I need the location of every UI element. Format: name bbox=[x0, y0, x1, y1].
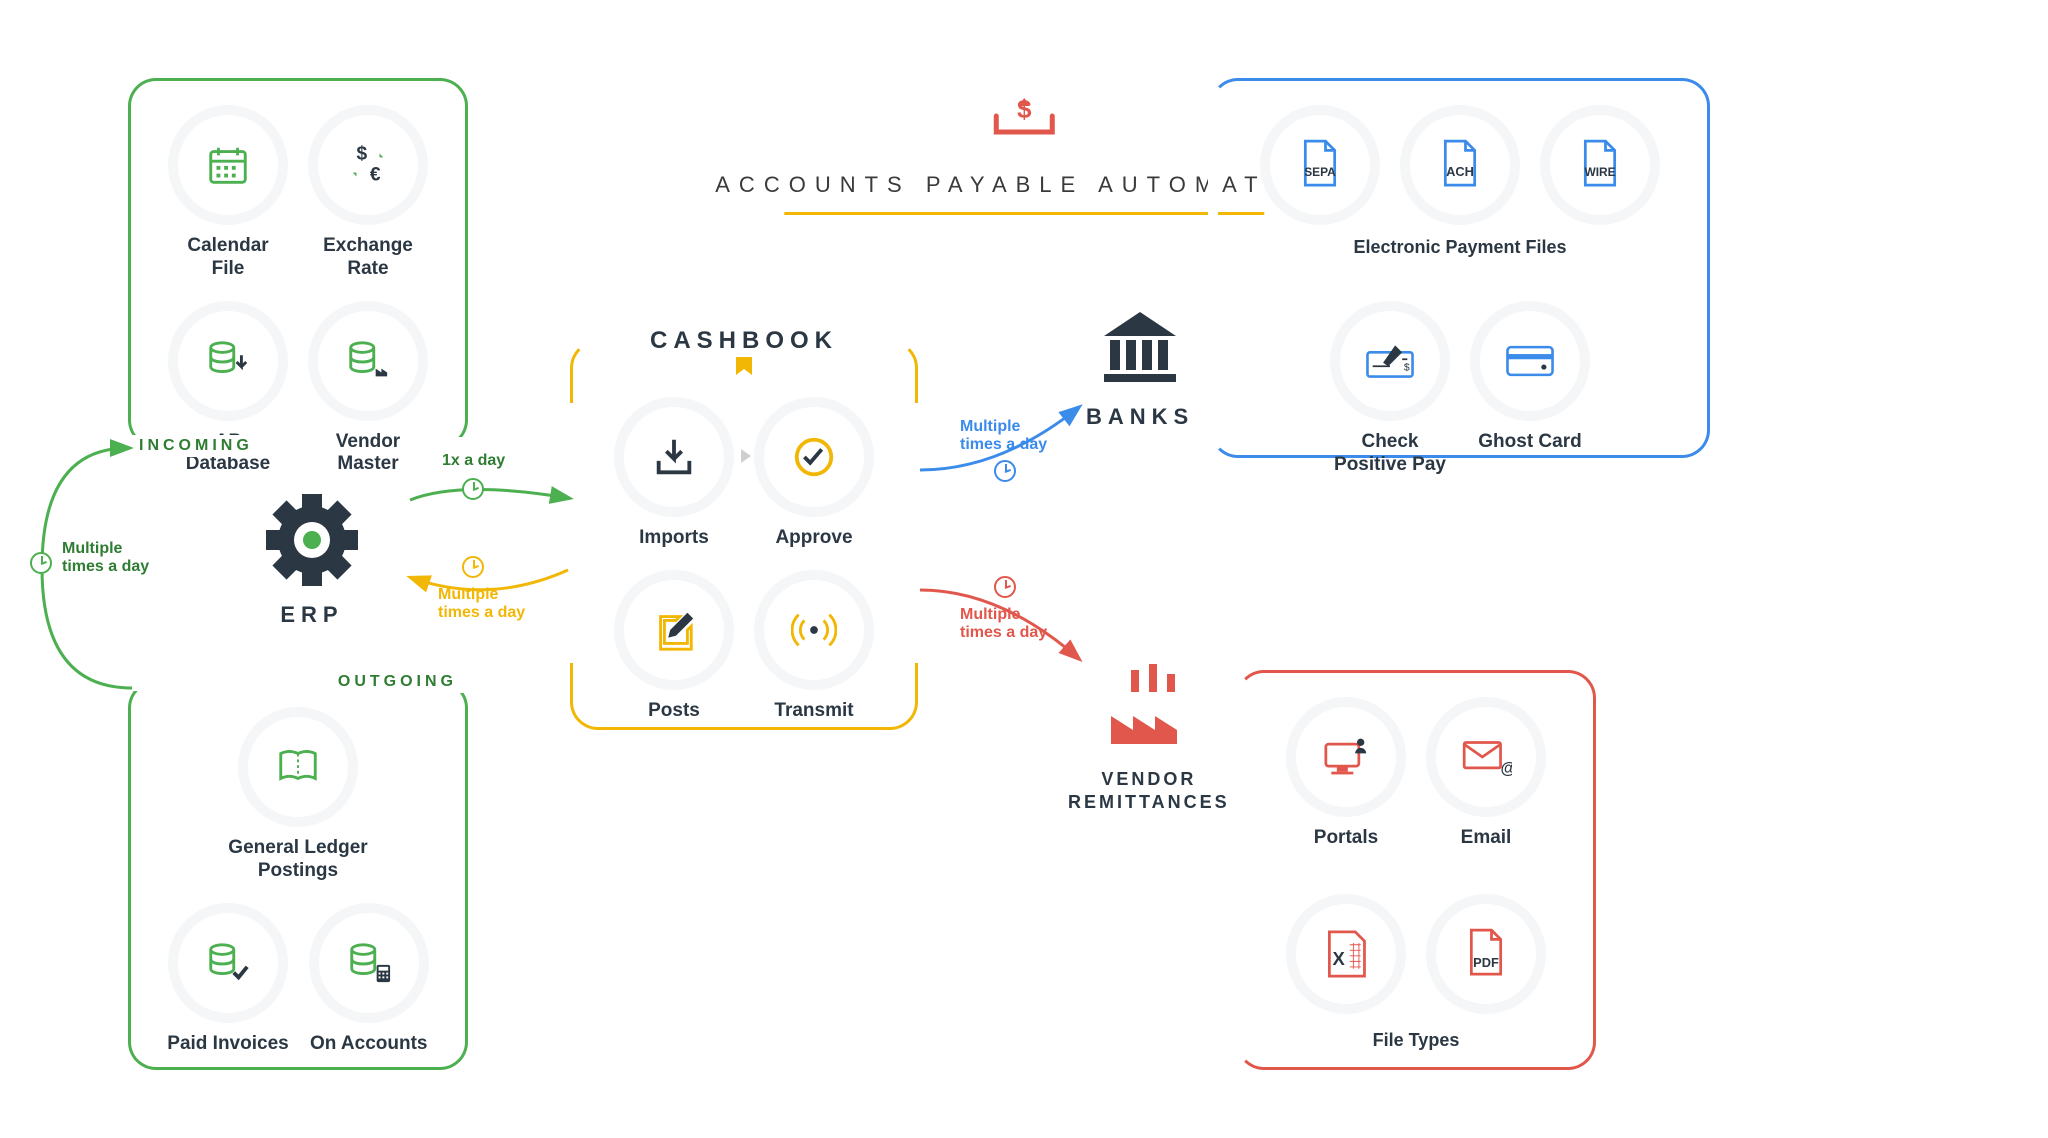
banks-box: SEPA ACH WIRE Electronic Payment Files $… bbox=[1210, 78, 1710, 458]
svg-text:€: € bbox=[370, 164, 381, 185]
vendors-label: VENDOR REMITTANCES bbox=[1068, 768, 1230, 813]
clock-icon bbox=[994, 460, 1016, 482]
svg-text:@: @ bbox=[1501, 759, 1512, 777]
db-check-icon bbox=[202, 937, 254, 989]
email-icon: @ bbox=[1460, 731, 1512, 783]
item-approve: Approve bbox=[754, 397, 874, 550]
exchange-icon: $€ bbox=[342, 139, 394, 191]
svg-text:WIRE: WIRE bbox=[1584, 165, 1615, 179]
clock-icon bbox=[462, 478, 484, 500]
item-calendar-file: Calendar File bbox=[168, 105, 288, 281]
erp-block: ERP bbox=[262, 490, 362, 628]
svg-text:$: $ bbox=[1404, 363, 1410, 374]
arrow-label-to-banks: Multiple times a day bbox=[960, 418, 1047, 455]
item-label: On Accounts bbox=[310, 1033, 428, 1056]
item-email: @ Email bbox=[1426, 697, 1546, 850]
arrow-icon bbox=[741, 449, 751, 463]
item-label: Portals bbox=[1314, 827, 1378, 850]
clock-icon bbox=[994, 576, 1016, 598]
erp-incoming-box: Calendar File $€ Exchange Rate AP Databa… bbox=[128, 78, 468, 448]
bank-icon bbox=[1094, 300, 1186, 392]
item-transmit: Transmit bbox=[754, 570, 874, 723]
ledger-icon bbox=[272, 741, 324, 793]
bookmark-icon bbox=[734, 357, 754, 377]
file-icon: SEPA bbox=[1294, 139, 1346, 191]
transmit-icon bbox=[788, 604, 840, 656]
item-label: Imports bbox=[639, 527, 709, 550]
edit-icon bbox=[648, 604, 700, 656]
arrow-label-to-vendors: Multiple times a day bbox=[960, 606, 1047, 643]
calendar-icon bbox=[202, 139, 254, 191]
item-ach: ACH bbox=[1400, 105, 1520, 225]
svg-text:X: X bbox=[1332, 948, 1345, 969]
item-label: Check Positive Pay bbox=[1334, 431, 1446, 477]
file-icon: WIRE bbox=[1574, 139, 1626, 191]
item-label: Email bbox=[1461, 827, 1512, 850]
pdf-icon: PDF bbox=[1460, 928, 1512, 980]
item-wire: WIRE bbox=[1540, 105, 1660, 225]
svg-text:SEPA: SEPA bbox=[1304, 165, 1336, 179]
svg-text:PDF: PDF bbox=[1473, 955, 1499, 970]
card-icon bbox=[1504, 335, 1556, 387]
svg-text:ACH: ACH bbox=[1446, 164, 1474, 179]
incoming-badge: INCOMING bbox=[125, 435, 267, 457]
arrow-erp-to-cashbook bbox=[400, 470, 580, 510]
item-vendor-master: Vendor Master bbox=[308, 301, 428, 477]
clock-icon bbox=[462, 556, 484, 578]
cashbook-box: CASHBOOK Imports Approve Posts Transmit bbox=[570, 340, 918, 730]
item-label: Approve bbox=[775, 527, 852, 550]
erp-label: ERP bbox=[280, 602, 343, 628]
xls-icon: X bbox=[1320, 928, 1372, 980]
filetypes-caption: File Types bbox=[1239, 1030, 1593, 1051]
factory-icon bbox=[1101, 660, 1197, 756]
banks-block: BANKS bbox=[1086, 300, 1194, 430]
vendors-box: Portals @ Email X PDF File Types bbox=[1236, 670, 1596, 1070]
item-excel: X bbox=[1286, 894, 1406, 1014]
item-check-positive-pay: $ Check Positive Pay bbox=[1330, 301, 1450, 477]
item-label: Calendar File bbox=[187, 235, 268, 281]
cashbook-title: CASHBOOK bbox=[626, 327, 862, 355]
check-icon: $ bbox=[1364, 335, 1416, 387]
item-label: General Ledger Postings bbox=[228, 837, 367, 883]
arrow-label-cashbook-to-erp: Multiple times a day bbox=[438, 586, 525, 623]
db-calculator-icon bbox=[343, 937, 395, 989]
svg-text:$: $ bbox=[357, 143, 368, 164]
arrow-label-erp-to-cashbook: 1x a day bbox=[442, 452, 505, 470]
portal-icon bbox=[1320, 731, 1372, 783]
outgoing-badge: OUTGOING bbox=[324, 671, 471, 693]
item-pdf: PDF bbox=[1426, 894, 1546, 1014]
item-gl-postings: General Ledger Postings bbox=[155, 707, 441, 883]
gear-icon bbox=[262, 490, 362, 590]
banks-label: BANKS bbox=[1086, 404, 1194, 430]
vendors-block: VENDOR REMITTANCES bbox=[1068, 660, 1230, 813]
item-imports: Imports bbox=[614, 397, 734, 550]
db-factory-icon bbox=[342, 335, 394, 387]
item-label: Ghost Card bbox=[1478, 431, 1581, 454]
hero-underline bbox=[784, 212, 1264, 215]
import-icon bbox=[648, 431, 700, 483]
epf-caption: Electronic Payment Files bbox=[1213, 237, 1707, 258]
erp-outgoing-box: General Ledger Postings Paid Invoices On… bbox=[128, 680, 468, 1070]
erp-loop-label: Multiple times a day bbox=[62, 540, 149, 577]
item-portals: Portals bbox=[1286, 697, 1406, 850]
item-ghost-card: Ghost Card bbox=[1470, 301, 1590, 477]
clock-icon bbox=[30, 552, 52, 574]
item-posts: Posts bbox=[614, 570, 734, 723]
item-sepa: SEPA bbox=[1260, 105, 1380, 225]
item-label: Paid Invoices bbox=[167, 1033, 288, 1056]
item-label: Posts bbox=[648, 700, 700, 723]
item-label: Exchange Rate bbox=[323, 235, 413, 281]
item-on-accounts: On Accounts bbox=[309, 903, 429, 1056]
item-label: Transmit bbox=[774, 700, 853, 723]
approve-icon bbox=[788, 431, 840, 483]
file-icon: ACH bbox=[1434, 139, 1486, 191]
upload-dollar-icon: $ bbox=[988, 80, 1060, 146]
item-exchange-rate: $€ Exchange Rate bbox=[308, 105, 428, 281]
db-download-icon bbox=[202, 335, 254, 387]
item-label: Vendor Master bbox=[336, 431, 400, 477]
item-paid-invoices: Paid Invoices bbox=[167, 903, 288, 1056]
